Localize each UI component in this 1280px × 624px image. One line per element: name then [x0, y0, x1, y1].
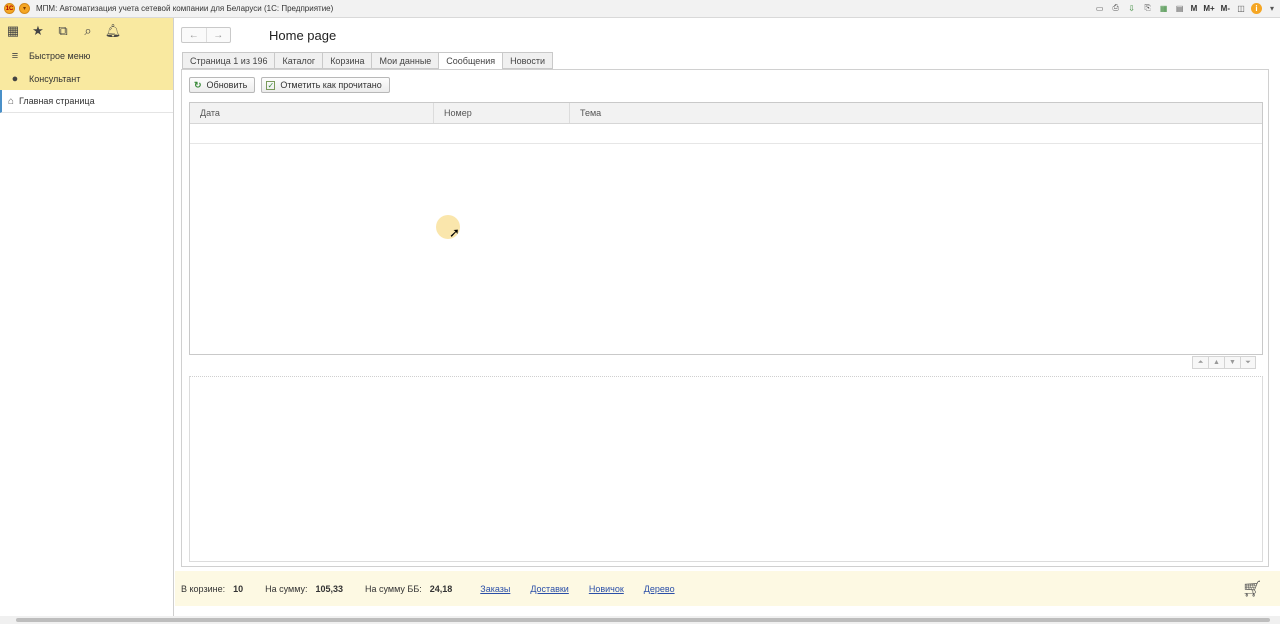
sidebar-item-consultant[interactable]: ● Консультант [0, 67, 173, 90]
messages-table: Дата Номер Тема [189, 102, 1263, 355]
newcomer-link[interactable]: Новичок [589, 584, 624, 594]
panel-layout-icon[interactable]: ◫ [1235, 2, 1247, 14]
forward-arrow-icon[interactable]: → [207, 28, 231, 42]
bb-sum-value: 24,18 [429, 583, 453, 594]
app-logo-icon[interactable]: 1С [4, 3, 15, 14]
person-icon: ● [11, 72, 19, 85]
mark-as-read-label: Отметить как прочитано [280, 80, 382, 90]
window-toolbar: ▭ ⎙ ⇩ ⎘ ▦ ▤ M M+ M- ◫ i ▾ [1094, 2, 1278, 14]
sidebar-item-label: Главная страница [19, 96, 95, 106]
mark-as-read-button[interactable]: ✓ Отметить как прочитано [261, 77, 390, 93]
main-content: ← → Home page Страница 1 из 196 Каталог … [175, 18, 1280, 616]
refresh-icon: ↻ [194, 79, 202, 90]
scroll-up-icon[interactable]: ▲ [1208, 356, 1224, 369]
scroll-down-icon[interactable]: ▼ [1224, 356, 1240, 369]
bell-icon[interactable]: 🔔︎ [105, 23, 122, 38]
tab-bar: Страница 1 из 196 Каталог Корзина Мои да… [182, 52, 553, 70]
refresh-button-label: Обновить [206, 80, 248, 90]
scrollbar-thumb[interactable] [16, 618, 1270, 622]
checkbox-icon: ✓ [266, 80, 276, 90]
status-links: Заказы Доставки Новичок Дерево [480, 584, 694, 594]
messages-toolbar: ↻ Обновить ✓ Отметить как прочитано [189, 77, 390, 93]
star-icon[interactable]: ★ [31, 23, 45, 38]
column-header-number[interactable]: Номер [434, 103, 570, 123]
print-icon[interactable]: ⎙ [1110, 2, 1122, 14]
table-scroll-controls: ⏶ ▲ ▼ ⏷ [1192, 356, 1256, 369]
download-icon[interactable]: ⇩ [1126, 2, 1138, 14]
menu-icon: ≡ [11, 49, 19, 62]
history-icon[interactable]: ⧉ [56, 23, 70, 38]
messages-panel: ↻ Обновить ✓ Отметить как прочитано Дата… [181, 69, 1269, 567]
tab-page[interactable]: Страница 1 из 196 [182, 52, 275, 69]
cart-count-value: 10 [233, 583, 244, 594]
memory-m-plus-button[interactable]: M+ [1202, 2, 1215, 14]
tab-news[interactable]: Новости [502, 52, 553, 69]
sidebar-item-quick-menu[interactable]: ≡ Быстрое меню [0, 44, 173, 67]
tab-cart[interactable]: Корзина [322, 52, 372, 69]
tab-messages[interactable]: Сообщения [438, 52, 503, 70]
memory-m-button[interactable]: M [1190, 2, 1199, 14]
sidebar: ▦ ★ ⧉ ⌕ 🔔︎ ≡ Быстрое меню ● Консультант … [0, 18, 174, 616]
tab-catalog[interactable]: Каталог [274, 52, 323, 69]
window-title: МПМ: Автоматизация учета сетевой компани… [36, 4, 334, 13]
home-icon: ⌂ [8, 95, 15, 107]
scroll-top-icon[interactable]: ⏶ [1192, 356, 1208, 369]
print-preview-icon[interactable]: ⎘ [1142, 2, 1154, 14]
column-header-date[interactable]: Дата [190, 103, 434, 123]
column-header-subject[interactable]: Тема [570, 103, 1262, 123]
sidebar-item-home[interactable]: ⌂ Главная страница [0, 90, 173, 113]
sidebar-toolbar: ▦ ★ ⧉ ⌕ 🔔︎ [0, 18, 173, 44]
calendar-icon[interactable]: ▤ [1174, 2, 1186, 14]
mouse-cursor-icon: ➚ [449, 225, 460, 240]
apps-grid-icon[interactable]: ▦ [6, 23, 20, 38]
chevron-down-icon[interactable]: ▾ [1266, 2, 1278, 14]
sum-label: На сумму: [265, 583, 308, 594]
title-bar: 1С ▾ МПМ: Автоматизация учета сетевой ко… [0, 0, 1280, 18]
scroll-bottom-icon[interactable]: ⏷ [1240, 356, 1256, 369]
orders-link[interactable]: Заказы [480, 584, 510, 594]
sum-value: 105,33 [315, 583, 344, 594]
page-title: Home page [269, 28, 337, 43]
tab-my-data[interactable]: Мои данные [371, 52, 439, 69]
back-arrow-icon[interactable]: ← [182, 28, 207, 42]
bb-sum-label: На сумму ББ: [365, 583, 422, 594]
deliveries-link[interactable]: Доставки [530, 584, 568, 594]
message-preview-area[interactable] [189, 376, 1263, 562]
cart-count-label: В корзине: [181, 583, 226, 594]
memory-m-minus-button[interactable]: M- [1220, 2, 1231, 14]
table-row[interactable] [190, 124, 1262, 144]
nav-buttons: ← → [181, 27, 231, 43]
refresh-button[interactable]: ↻ Обновить [189, 77, 256, 93]
sidebar-top-panel: ▦ ★ ⧉ ⌕ 🔔︎ ≡ Быстрое меню ● Консультант [0, 18, 173, 90]
info-icon[interactable]: i [1251, 2, 1262, 14]
tree-link[interactable]: Дерево [644, 584, 675, 594]
search-icon[interactable]: ⌕ [81, 23, 95, 38]
spreadsheet-icon[interactable]: ▦ [1158, 2, 1170, 14]
save-icon[interactable]: ▭ [1094, 2, 1106, 14]
cart-icon[interactable]: 🛒︎ [1242, 579, 1264, 599]
table-header: Дата Номер Тема [190, 103, 1262, 124]
sidebar-item-label: Быстрое меню [29, 50, 91, 61]
main-menu-icon[interactable]: ▾ [19, 3, 30, 14]
status-bar: В корзине: 10 На сумму: 105,33 На сумму … [175, 571, 1280, 606]
sidebar-item-label: Консультант [29, 73, 81, 84]
horizontal-scrollbar[interactable] [0, 616, 1280, 624]
